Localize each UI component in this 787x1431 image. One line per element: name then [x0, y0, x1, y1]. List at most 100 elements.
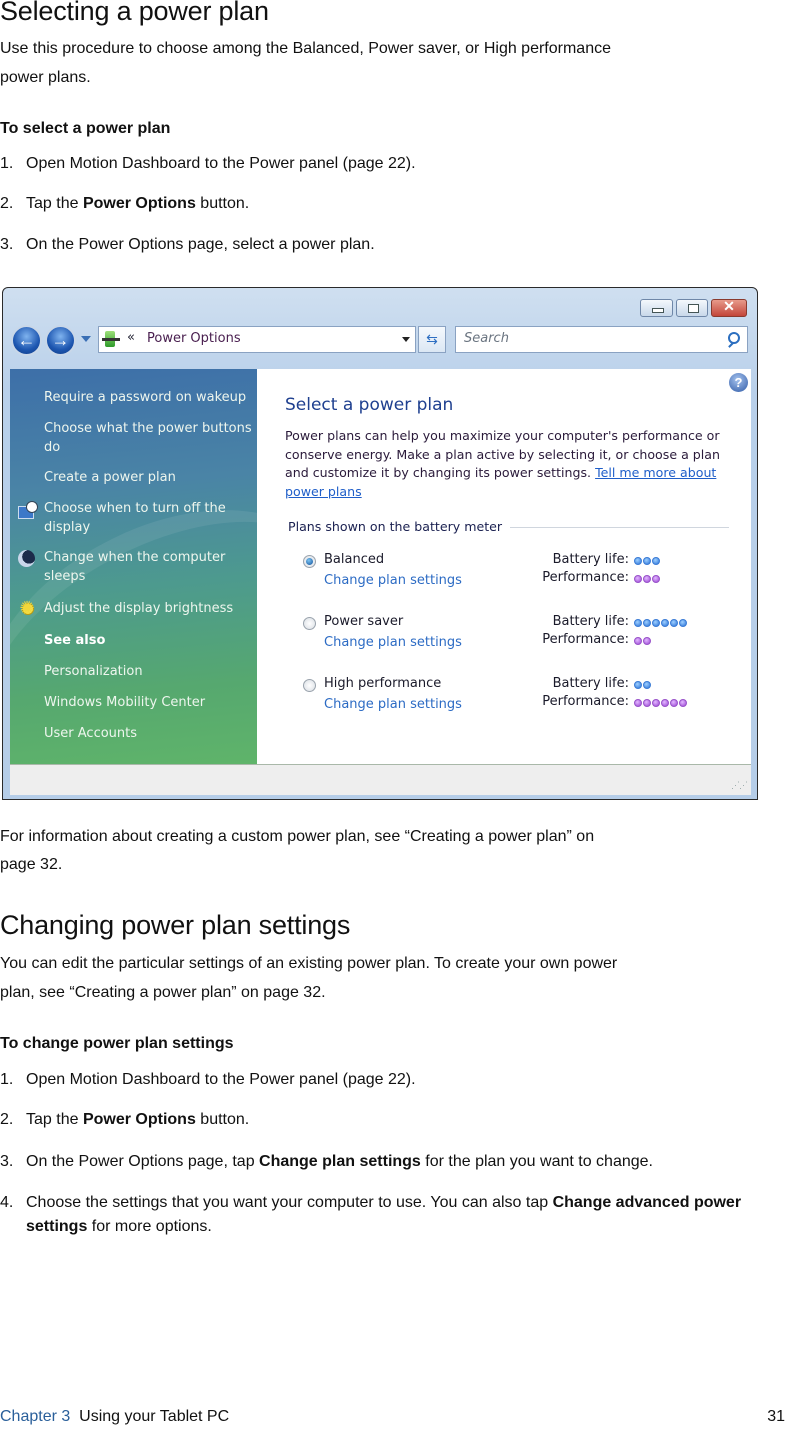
performance-dot-icon [652, 699, 660, 707]
plan-row: Power saver Change plan settings Battery l… [303, 614, 743, 654]
battery-dot-icon [652, 619, 660, 627]
performance-label: Performance: [542, 570, 629, 585]
section-intro-line-1: Use this procedure to choose among the B… [0, 40, 611, 57]
battery-life-rating [634, 681, 651, 689]
link-computer-sleeps[interactable]: Change when the computer sleeps [44, 548, 254, 586]
link-require-password[interactable]: Require a password on wakeup [44, 388, 254, 407]
plan-name[interactable]: Power saver [324, 614, 403, 629]
battery-dot-icon [634, 681, 642, 689]
power-options-window: ✕ ← → « Power Options ⇆ Search Require a… [2, 287, 758, 800]
link-create-power-plan[interactable]: Create a power plan [44, 468, 254, 487]
address-bar[interactable]: « Power Options [98, 326, 416, 353]
change-plan-settings-link[interactable]: Change plan settings [324, 635, 462, 650]
step-item: 3. On the Power Options page, tap Change… [0, 1153, 653, 1170]
forward-button[interactable]: → [45, 325, 76, 356]
section-title: Selecting a power plan [0, 0, 269, 26]
performance-label: Performance: [542, 632, 629, 647]
link-display-brightness[interactable]: Adjust the display brightness [44, 599, 254, 618]
link-mobility-center[interactable]: Windows Mobility Center [44, 693, 254, 712]
performance-rating [634, 637, 651, 645]
battery-dot-icon [634, 619, 642, 627]
battery-life-label: Battery life: [552, 676, 629, 691]
plug-icon [102, 338, 120, 341]
link-personalization[interactable]: Personalization [44, 662, 254, 681]
sun-icon: ✺ [19, 598, 35, 618]
minimize-button[interactable] [640, 299, 673, 317]
procedure-heading: To change power plan settings [0, 1035, 234, 1052]
minimize-icon [652, 308, 664, 313]
step-item: 1. Open Motion Dashboard to the Power pa… [0, 1071, 416, 1088]
battery-dot-icon [643, 681, 651, 689]
change-plan-settings-link[interactable]: Change plan settings [324, 697, 462, 712]
battery-dot-icon [679, 619, 687, 627]
link-user-accounts[interactable]: User Accounts [44, 724, 254, 743]
section-intro-line-2: power plans. [0, 69, 91, 86]
moon-icon [17, 549, 37, 569]
content-title: Select a power plan [285, 395, 454, 415]
arrow-right-icon: → [51, 330, 70, 350]
battery-dot-icon [661, 619, 669, 627]
content-description: Power plans can help you maximize your c… [285, 428, 720, 499]
performance-dot-icon [643, 637, 651, 645]
cross-reference-line-1: For information about creating a custom … [0, 828, 595, 845]
step-item: 1. Open Motion Dashboard to the Power pa… [0, 155, 416, 172]
plan-radio[interactable] [303, 679, 316, 692]
cross-reference-line-2: page 32. [0, 856, 63, 873]
maximize-icon [688, 304, 699, 313]
battery-life-label: Battery life: [552, 552, 629, 567]
link-power-buttons[interactable]: Choose what the power buttons do [44, 419, 254, 457]
close-icon: ✕ [723, 298, 735, 314]
help-button[interactable]: ? [729, 373, 748, 392]
performance-dot-icon [652, 575, 660, 583]
step-item: 3. On the Power Options page, select a p… [0, 236, 375, 253]
battery-life-rating [634, 557, 660, 565]
plan-row: Balanced Change plan settings Battery life… [303, 552, 743, 592]
performance-rating [634, 699, 687, 707]
plan-radio[interactable] [303, 555, 316, 568]
performance-dot-icon [643, 575, 651, 583]
performance-dot-icon [661, 699, 669, 707]
search-box[interactable]: Search [455, 326, 748, 353]
performance-dot-icon [634, 575, 642, 583]
refresh-button[interactable]: ⇆ [418, 326, 446, 353]
chapter-title: Using your Tablet PC [79, 1408, 230, 1425]
link-turn-off-display[interactable]: Choose when to turn off the display [44, 499, 254, 537]
performance-dot-icon [643, 699, 651, 707]
section-intro-line-1: You can edit the particular settings of … [0, 955, 618, 972]
performance-dot-icon [670, 699, 678, 707]
step-item: 2. Tap the Power Options button. [0, 1111, 250, 1128]
breadcrumb-power-options[interactable]: Power Options [147, 331, 241, 346]
procedure-heading: To select a power plan [0, 120, 171, 137]
battery-dot-icon [643, 557, 651, 565]
maximize-button[interactable] [676, 299, 708, 317]
status-bar: ⋰⋰ [10, 764, 751, 795]
search-placeholder: Search [464, 331, 509, 346]
monitor-clock-icon [17, 500, 38, 520]
recent-pages-dropdown[interactable] [81, 336, 91, 342]
step-item: 2. Tap the Power Options button. [0, 195, 250, 212]
resize-grip-icon[interactable]: ⋰⋰ [731, 780, 748, 791]
plan-name[interactable]: High performance [324, 676, 441, 691]
back-button[interactable]: ← [11, 325, 42, 356]
help-icon: ? [734, 375, 743, 390]
battery-life-label: Battery life: [552, 614, 629, 629]
performance-dot-icon [679, 699, 687, 707]
performance-label: Performance: [542, 694, 629, 709]
arrow-left-icon: ← [17, 330, 36, 350]
group-divider [507, 527, 729, 528]
close-button[interactable]: ✕ [711, 298, 747, 317]
plan-name[interactable]: Balanced [324, 552, 384, 567]
content-pane: ? Select a power plan Power plans can he… [257, 369, 751, 764]
group-label: Plans shown on the battery meter [288, 519, 511, 534]
step-item: 4. Choose the settings that you want you… [0, 1194, 742, 1235]
plan-radio[interactable] [303, 617, 316, 630]
address-dropdown-icon[interactable] [402, 337, 410, 342]
battery-dot-icon [670, 619, 678, 627]
page-footer-chapter: Chapter 3 Using your Tablet PC [0, 1408, 229, 1426]
search-icon[interactable] [728, 332, 740, 344]
battery-dot-icon [634, 557, 642, 565]
change-plan-settings-link[interactable]: Change plan settings [324, 573, 462, 588]
performance-rating [634, 575, 660, 583]
task-pane: Require a password on wakeup Choose what… [10, 369, 257, 764]
breadcrumb-overflow[interactable]: « [127, 330, 135, 345]
